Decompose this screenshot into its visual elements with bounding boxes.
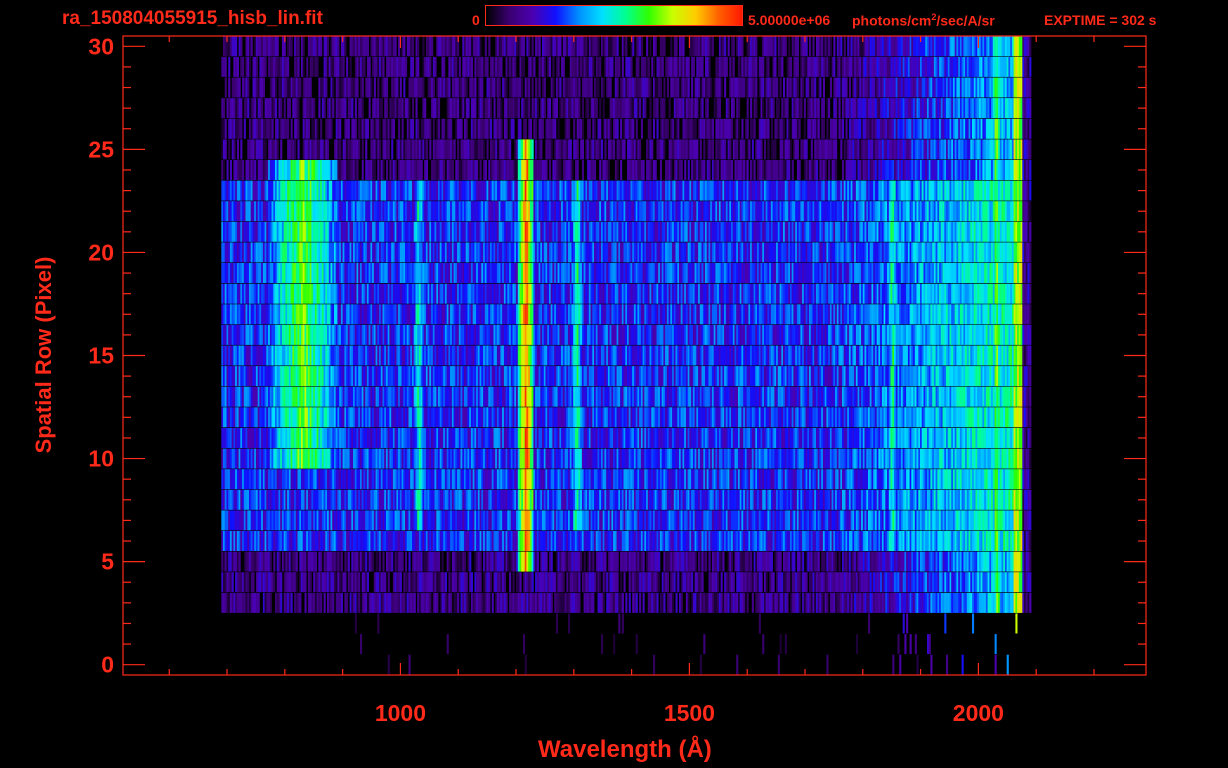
y-tick-label: 20 bbox=[88, 239, 114, 265]
x-tick-label: 2000 bbox=[953, 700, 1004, 726]
y-tick-label: 15 bbox=[88, 343, 114, 369]
colorbar-unit-label: photons/cm2/sec/A/sr bbox=[852, 12, 995, 29]
y-tick-label: 30 bbox=[88, 33, 114, 59]
x-tick-label: 1000 bbox=[375, 700, 426, 726]
x-axis-title: Wavelength (Å) bbox=[538, 736, 712, 763]
y-tick-label: 0 bbox=[101, 652, 114, 678]
y-tick-label: 10 bbox=[88, 446, 114, 472]
y-axis-title: Spatial Row (Pixel) bbox=[31, 256, 56, 454]
exptime-label: EXPTIME = 302 s bbox=[1044, 12, 1157, 28]
spectral-image-chart: 1000 1500 2000 0 5 10 15 20 25 30 bbox=[0, 0, 1228, 768]
file-title: ra_150804055915_hisb_lin.fit bbox=[62, 8, 323, 29]
x-tick-label: 1500 bbox=[664, 700, 715, 726]
colorbar-max-label: 5.00000e+06 bbox=[748, 12, 831, 28]
colorbar-min-label: 0 bbox=[472, 12, 480, 28]
y-tick-label: 25 bbox=[88, 136, 114, 162]
colorbar bbox=[485, 5, 743, 26]
y-tick-label: 5 bbox=[101, 549, 114, 575]
